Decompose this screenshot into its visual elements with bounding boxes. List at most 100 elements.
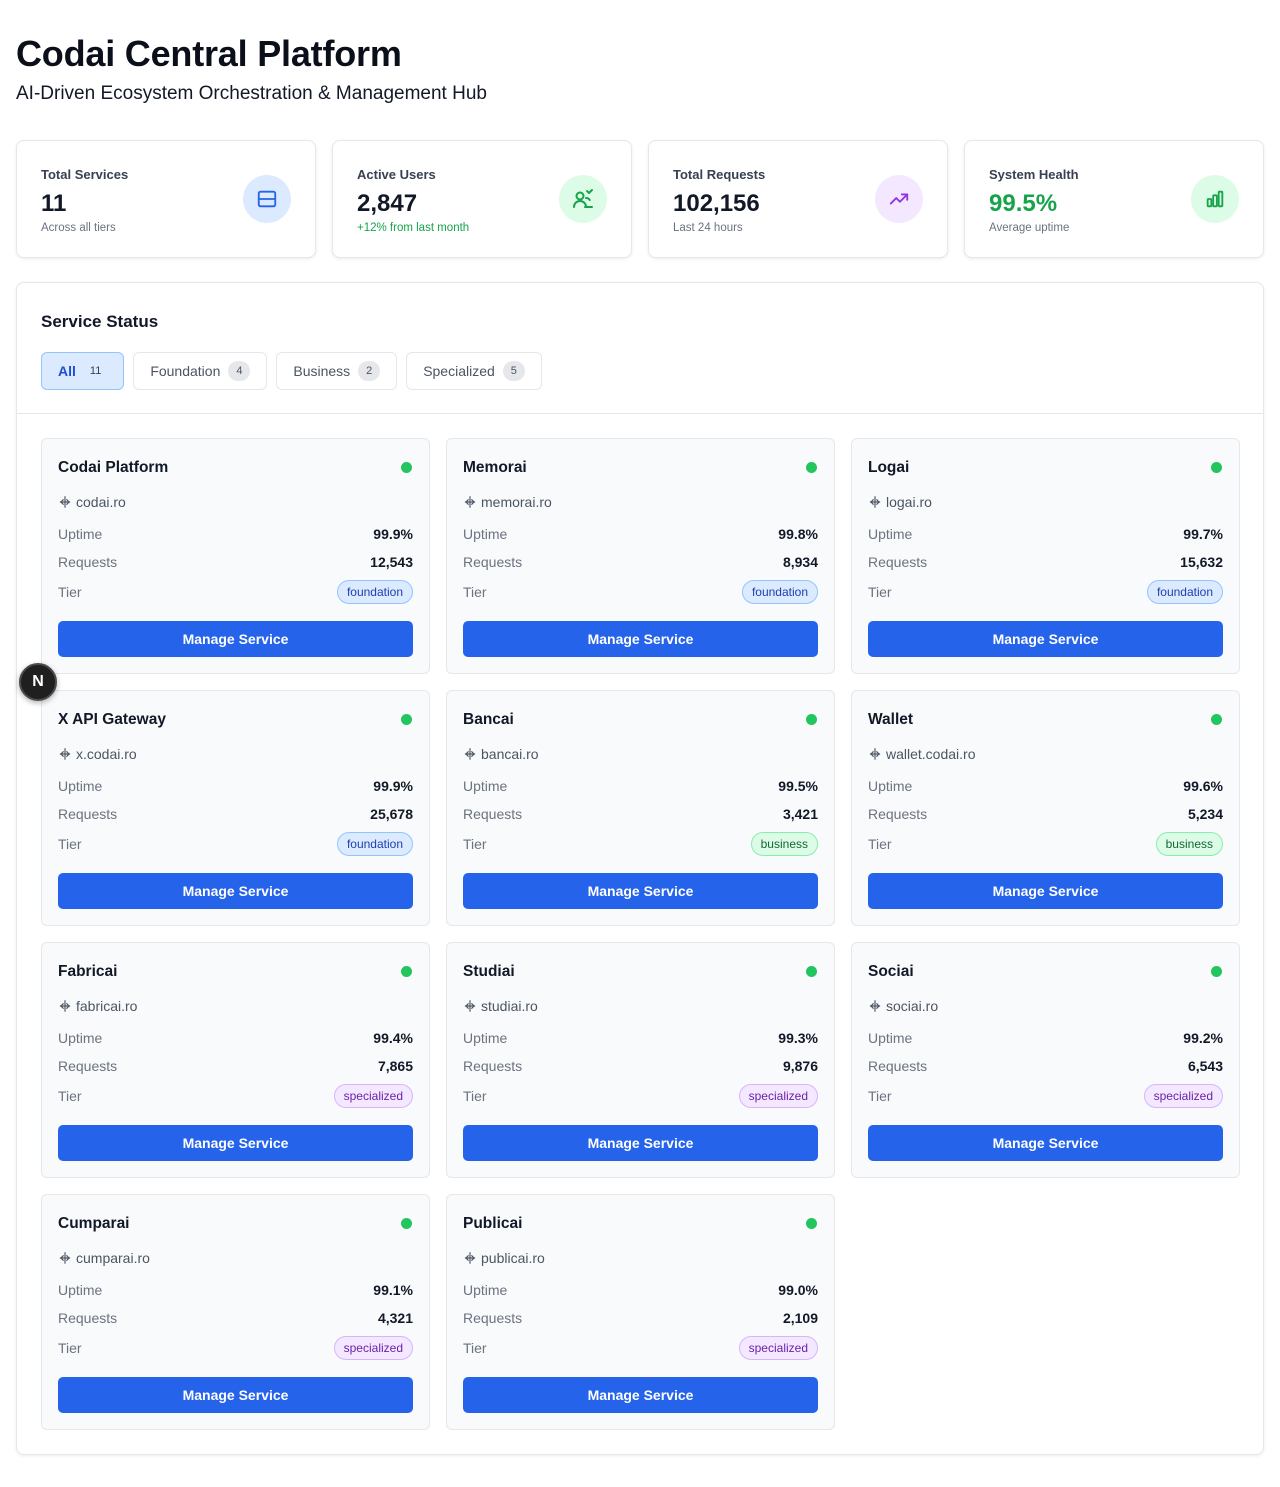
requests-label: Requests [463,1058,523,1074]
requests-value: 12,543 [370,554,413,570]
filter-count-badge: 2 [358,361,381,381]
link-icon [58,999,72,1013]
service-card: Codai Platform codai.ro Uptime 99.9% Request… [41,438,430,674]
status-online-indicator [1211,966,1222,977]
uptime-label: Uptime [463,778,508,794]
tier-badge: specialized [738,1084,818,1108]
manage-service-button[interactable]: Manage Service [463,1125,818,1161]
link-icon [463,747,477,761]
service-card: Memorai memorai.ro Uptime 99.8% Requests 8,93… [446,438,835,674]
tier-label: Tier [868,1088,892,1104]
tier-label: Tier [58,1340,82,1356]
stat-sub: +12% from last month [357,222,470,234]
uptime-value: 99.3% [778,1030,818,1046]
filter-tab-foundation[interactable]: Foundation 4 [133,352,268,390]
manage-service-button[interactable]: Manage Service [463,1377,818,1413]
service-card: X API Gateway x.codai.ro Uptime 99.9% Reques… [41,690,430,926]
requests-label: Requests [868,1058,928,1074]
stat-sub: Average uptime [989,222,1070,234]
filter-count-badge: 11 [83,361,108,381]
service-name: Fabricai [58,963,118,980]
service-domain: memorai.ro [463,493,818,511]
manage-service-button[interactable]: Manage Service [58,621,413,657]
uptime-row: Uptime 99.0% [463,1281,818,1299]
uptime-row: Uptime 99.9% [58,525,413,543]
uptime-row: Uptime 99.8% [463,525,818,543]
link-icon [463,495,477,509]
tier-filter-tabs: All 11 Foundation 4 Business 2 Specializ… [41,352,1239,390]
tier-badge: specialized [333,1336,413,1360]
uptime-label: Uptime [868,526,913,542]
manage-service-button[interactable]: Manage Service [463,621,818,657]
manage-service-button[interactable]: Manage Service [463,873,818,909]
requests-row: Requests 8,934 [463,553,818,571]
tier-row: Tier specialized [868,1083,1223,1109]
filter-tab-business[interactable]: Business 2 [276,352,398,390]
service-card: Wallet wallet.codai.ro Uptime 99.6% Requests… [851,690,1240,926]
requests-label: Requests [463,806,523,822]
manage-service-button[interactable]: Manage Service [58,873,413,909]
requests-row: Requests 6,543 [868,1057,1223,1075]
filter-tab-all[interactable]: All 11 [41,352,125,390]
service-name: Wallet [868,711,914,728]
domain-text: publicai.ro [481,1250,545,1266]
manage-service-button[interactable]: Manage Service [58,1377,413,1413]
uptime-value: 99.5% [778,778,818,794]
domain-text: bancai.ro [481,746,539,762]
filter-label: Specialized [423,363,495,379]
uptime-row: Uptime 99.4% [58,1029,413,1047]
uptime-value: 99.7% [1183,526,1223,542]
filter-tab-specialized[interactable]: Specialized 5 [406,352,542,390]
uptime-label: Uptime [463,526,508,542]
tier-badge: foundation [336,580,413,604]
link-icon [868,999,882,1013]
requests-row: Requests 2,109 [463,1309,818,1327]
manage-service-button[interactable]: Manage Service [868,621,1223,657]
tier-row: Tier foundation [58,579,413,605]
tier-label: Tier [58,1088,82,1104]
dev-tools-badge[interactable]: N [19,663,57,701]
uptime-value: 99.0% [778,1282,818,1298]
requests-row: Requests 12,543 [58,553,413,571]
requests-row: Requests 3,421 [463,805,818,823]
requests-value: 2,109 [782,1310,818,1326]
server-icon [243,175,291,223]
link-icon [463,1251,477,1265]
status-online-indicator [401,462,412,473]
manage-service-button[interactable]: Manage Service [868,1125,1223,1161]
uptime-row: Uptime 99.3% [463,1029,818,1047]
tier-row: Tier business [868,831,1223,857]
filter-count-badge: 4 [228,361,251,381]
requests-row: Requests 25,678 [58,805,413,823]
tier-badge: foundation [741,580,818,604]
trending-up-icon [875,175,923,223]
status-online-indicator [401,714,412,725]
requests-value: 15,632 [1180,554,1223,570]
uptime-row: Uptime 99.5% [463,777,818,795]
tier-badge: specialized [1143,1084,1223,1108]
panel-title: Service Status [41,312,159,331]
requests-label: Requests [868,806,928,822]
domain-text: codai.ro [76,494,126,510]
tier-row: Tier specialized [463,1335,818,1361]
uptime-value: 99.9% [373,526,413,542]
service-card: Fabricai fabricai.ro Uptime 99.4% Requests 7,… [41,942,430,1178]
uptime-label: Uptime [463,1030,508,1046]
service-domain: fabricai.ro [58,997,413,1015]
status-online-indicator [1211,462,1222,473]
tier-row: Tier business [463,831,818,857]
uptime-value: 99.1% [373,1282,413,1298]
tier-row: Tier foundation [58,831,413,857]
uptime-row: Uptime 99.2% [868,1029,1223,1047]
manage-service-button[interactable]: Manage Service [868,873,1223,909]
service-domain: bancai.ro [463,745,818,763]
service-domain: sociai.ro [868,997,1223,1015]
stat-card-active-users: Active Users 2,847 +12% from last month [332,140,632,258]
manage-service-button[interactable]: Manage Service [58,1125,413,1161]
tier-badge: specialized [333,1084,413,1108]
uptime-label: Uptime [58,1282,103,1298]
service-card: Publicai publicai.ro Uptime 99.0% Requests 2,… [446,1194,835,1430]
requests-row: Requests 9,876 [463,1057,818,1075]
stat-card-system-health: System Health 99.5% Average uptime [964,140,1264,258]
tier-row: Tier foundation [463,579,818,605]
